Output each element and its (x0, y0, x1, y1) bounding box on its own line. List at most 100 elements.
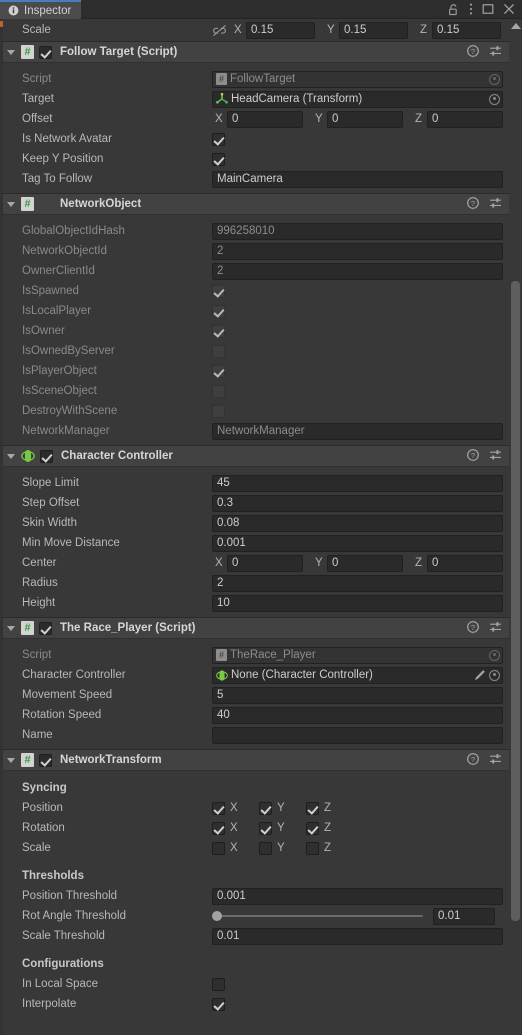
foldout-arrow-icon[interactable] (5, 451, 16, 462)
value-input[interactable]: MainCamera (212, 170, 503, 188)
property-row: Position X Y Z (0, 798, 522, 818)
value-input[interactable]: 0.3 (212, 494, 503, 512)
checkbox-toggle[interactable] (212, 132, 225, 146)
slider-knob[interactable] (212, 911, 222, 921)
vector-x-input[interactable]: 0 (227, 554, 303, 572)
checkbox-y[interactable] (259, 821, 272, 835)
checkbox-toggle[interactable] (212, 304, 225, 318)
checkbox-x[interactable] (212, 801, 225, 815)
vector-y-input[interactable]: 0 (327, 554, 403, 572)
foldout-arrow-icon[interactable] (5, 47, 16, 58)
slider-track[interactable] (212, 911, 423, 921)
preset-sliders-icon[interactable] (489, 753, 502, 768)
preset-sliders-icon[interactable] (489, 621, 502, 636)
component-header[interactable]: Character Controller? (0, 446, 522, 467)
checkbox-toggle[interactable] (212, 344, 225, 358)
property-row: IsSceneObject (0, 381, 522, 401)
object-field[interactable]: TheRace_Player (212, 646, 503, 664)
foldout-arrow-icon[interactable] (5, 199, 16, 210)
checkbox-z[interactable] (306, 821, 319, 835)
foldout-arrow-icon[interactable] (5, 623, 16, 634)
checkbox-toggle[interactable] (212, 152, 225, 166)
section-heading: Thresholds (0, 865, 522, 886)
preset-sliders-icon[interactable] (489, 45, 502, 60)
checkbox-y[interactable] (259, 841, 272, 855)
scroll-up-arrow[interactable] (510, 23, 521, 29)
value-input[interactable]: 996258010 (212, 222, 503, 240)
inspector-scrollbar[interactable] (509, 19, 522, 1035)
component-header[interactable]: Follow Target (Script)? (0, 42, 522, 63)
vector-x-axis-label: X (215, 557, 223, 569)
help-icon[interactable]: ? (467, 448, 479, 464)
object-picker-icon[interactable] (489, 669, 500, 681)
checkbox-toggle[interactable] (212, 284, 225, 298)
broken-link-icon[interactable] (212, 24, 227, 37)
value-input[interactable]: NetworkManager (212, 422, 503, 440)
lock-open-icon[interactable] (448, 3, 460, 16)
checkbox-x[interactable] (212, 841, 225, 855)
value-input[interactable]: 2 (212, 574, 503, 592)
value-input[interactable]: 5 (212, 686, 503, 704)
checkbox-toggle[interactable] (212, 384, 225, 398)
value-input[interactable]: 0.001 (212, 534, 503, 552)
help-icon[interactable]: ? (467, 44, 479, 60)
checkbox-toggle[interactable] (212, 324, 225, 338)
help-icon[interactable]: ? (467, 620, 479, 636)
kebab-menu-icon[interactable] (469, 2, 473, 16)
value-input[interactable]: 0.01 (212, 927, 503, 945)
edit-pencil-icon[interactable] (474, 669, 486, 681)
vector-x-input[interactable]: 0 (227, 110, 303, 128)
vector-z-input[interactable]: 0 (427, 554, 503, 572)
close-icon[interactable] (503, 3, 515, 15)
preset-sliders-icon[interactable] (489, 449, 502, 464)
help-icon[interactable]: ? (467, 752, 479, 768)
component-enable-toggle[interactable] (39, 753, 52, 767)
checkbox-toggle[interactable] (212, 977, 225, 991)
vector-z-input[interactable]: 0 (427, 110, 503, 128)
maximize-icon[interactable] (482, 3, 494, 15)
component-enable-toggle[interactable] (39, 45, 52, 59)
object-picker-icon[interactable] (489, 649, 500, 661)
checkbox-x[interactable] (212, 821, 225, 835)
slider-control[interactable]: 0.01 (212, 907, 503, 925)
slider-value-input[interactable]: 0.01 (433, 907, 495, 925)
scrollbar-thumb[interactable] (511, 281, 520, 921)
transform-scale-row: Scale X 0.15 Y 0.15 Z 0.15 (0, 19, 522, 41)
tab-inspector[interactable]: Inspector (0, 0, 82, 19)
scale-y-input[interactable]: 0.15 (339, 21, 408, 39)
property-row: In Local Space (0, 974, 522, 994)
checkbox-y[interactable] (259, 801, 272, 815)
checkbox-z[interactable] (306, 801, 319, 815)
object-field[interactable]: HeadCamera (Transform) (212, 90, 503, 108)
component-header[interactable]: NetworkTransform? (0, 750, 522, 771)
object-field[interactable]: None (Character Controller) (212, 666, 503, 684)
property-row: Is Network Avatar (0, 129, 522, 149)
component-enable-toggle[interactable] (39, 621, 52, 635)
scale-x-input[interactable]: 0.15 (246, 21, 315, 39)
value-input[interactable]: 45 (212, 474, 503, 492)
component-enable-toggle[interactable] (40, 449, 53, 463)
help-icon[interactable]: ? (467, 196, 479, 212)
property-control (212, 997, 503, 1011)
object-picker-icon[interactable] (489, 73, 500, 85)
object-field[interactable]: FollowTarget (212, 70, 503, 88)
checkbox-toggle[interactable] (212, 997, 225, 1011)
scale-z-input[interactable]: 0.15 (432, 21, 501, 39)
checkbox-toggle[interactable] (212, 404, 225, 418)
component-header[interactable]: The Race_Player (Script)? (0, 618, 522, 639)
component-header[interactable]: NetworkObject? (0, 194, 522, 215)
value-input[interactable]: 0.001 (212, 887, 503, 905)
value-input[interactable]: 2 (212, 242, 503, 260)
object-picker-icon[interactable] (489, 93, 500, 105)
foldout-arrow-icon[interactable] (5, 755, 16, 766)
value-input[interactable]: 2 (212, 262, 503, 280)
value-input[interactable]: 0.08 (212, 514, 503, 532)
vector-y-input[interactable]: 0 (327, 110, 403, 128)
value-input[interactable]: 10 (212, 594, 503, 612)
preset-sliders-icon[interactable] (489, 197, 502, 212)
checkbox-z[interactable] (306, 841, 319, 855)
property-label: IsOwner (22, 325, 65, 337)
value-input[interactable] (212, 726, 503, 744)
checkbox-toggle[interactable] (212, 364, 225, 378)
value-input[interactable]: 40 (212, 706, 503, 724)
